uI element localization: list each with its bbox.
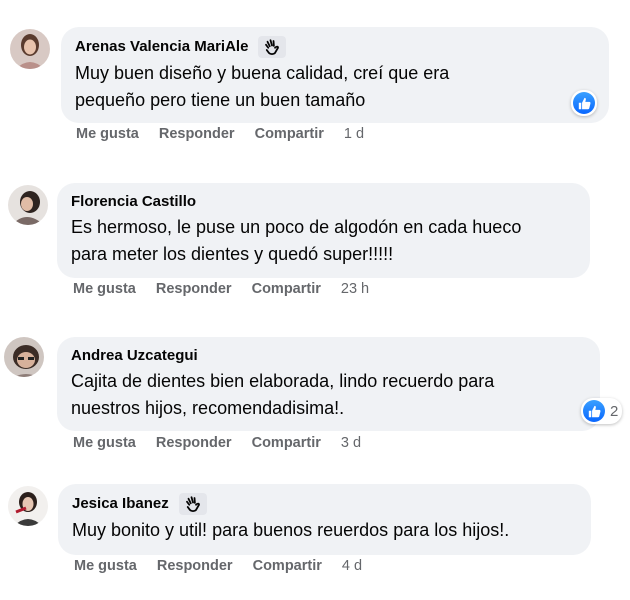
share-button[interactable]: Compartir [255,126,324,142]
comment-line: Muy buen diseño y buena calidad, creí qu… [75,63,450,83]
comment-line: Muy bonito y util! para buenos reuerdos … [72,520,510,540]
comment-actions: Me gusta Responder Compartir 1 d [76,126,364,142]
share-button[interactable]: Compartir [252,435,321,451]
like-button[interactable]: Me gusta [73,435,136,451]
comment-text: Muy buen diseño y buena calidad, creí qu… [75,60,595,114]
comment-actions: Me gusta Responder Compartir 4 d [74,558,362,574]
wave-icon [178,493,207,515]
comment-line: pequeño pero tiene un buen tamaño [75,90,366,110]
avatar[interactable] [8,185,48,225]
like-button[interactable]: Me gusta [76,126,139,142]
comment-bubble: Florencia Castillo Es hermoso, le puse u… [57,183,590,278]
timestamp[interactable]: 1 d [344,126,364,142]
wave-icon [258,36,287,58]
comment-actions: Me gusta Responder Compartir 3 d [73,435,361,451]
share-button[interactable]: Compartir [253,558,322,574]
author-name[interactable]: Jesica Ibanez [72,494,169,514]
like-button[interactable]: Me gusta [74,558,137,574]
comment-text: Cajita de dientes bien elaborada, lindo … [71,368,586,422]
avatar[interactable] [4,337,44,377]
reaction-badge[interactable]: 2 [581,398,623,424]
comment-line: Cajita de dientes bien elaborada, lindo … [71,371,495,391]
author-name[interactable]: Andrea Uzcategui [71,346,198,366]
like-button[interactable]: Me gusta [73,281,136,297]
avatar[interactable] [8,486,48,526]
timestamp[interactable]: 4 d [342,558,362,574]
reply-button[interactable]: Responder [159,126,235,142]
comment-bubble: Jesica Ibanez Muy bonito y util! para bu… [58,484,591,555]
like-icon [583,400,605,422]
comment-line: para meter los dientes y quedó super!!!!… [71,244,394,264]
reply-button[interactable]: Responder [156,435,232,451]
author-name[interactable]: Arenas Valencia MariAle [75,37,248,57]
like-icon [573,92,595,114]
timestamp[interactable]: 23 h [341,281,369,297]
reaction-badge[interactable] [571,90,597,116]
comment-text: Muy bonito y util! para buenos reuerdos … [72,517,577,544]
author-name[interactable]: Florencia Castillo [71,192,196,212]
reply-button[interactable]: Responder [157,558,233,574]
reaction-count: 2 [610,402,619,420]
comment-bubble: Arenas Valencia MariAle Muy buen diseño … [61,27,609,123]
comment-actions: Me gusta Responder Compartir 23 h [73,281,369,297]
avatar[interactable] [10,29,50,69]
comment-bubble: Andrea Uzcategui Cajita de dientes bien … [57,337,600,431]
share-button[interactable]: Compartir [252,281,321,297]
reply-button[interactable]: Responder [156,281,232,297]
comment-text: Es hermoso, le puse un poco de algodón e… [71,214,576,268]
timestamp[interactable]: 3 d [341,435,361,451]
comment-line: Es hermoso, le puse un poco de algodón e… [71,217,522,237]
comment-line: nuestros hijos, recomendadisima!. [71,398,345,418]
